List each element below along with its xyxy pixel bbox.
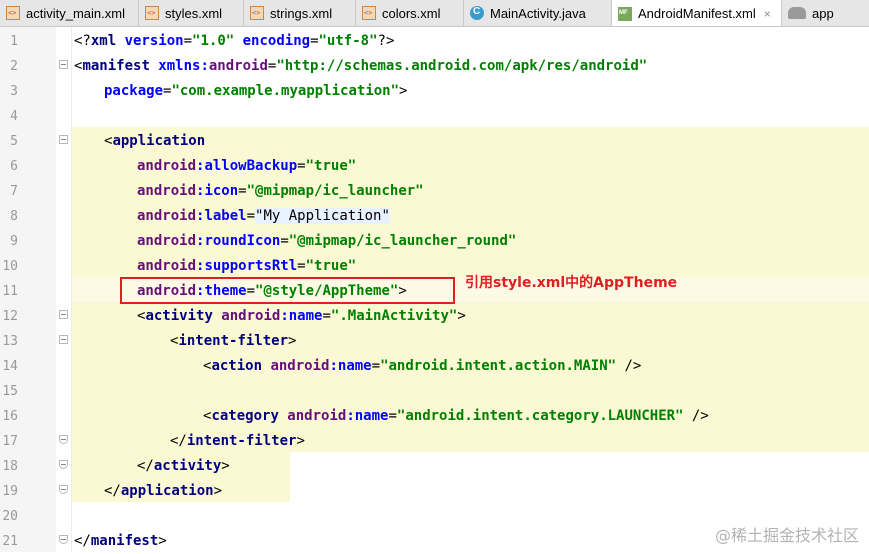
code-text: android:label="My Application" xyxy=(137,208,390,224)
android-module-icon xyxy=(788,7,806,19)
tab-label: activity_main.xml xyxy=(26,5,125,21)
code-line-17: 17 </intent-filter> xyxy=(0,429,869,454)
tab-mainactivity-java[interactable]: MainActivity.java xyxy=(464,0,612,26)
code-line-6: 6 android:allowBackup="true" xyxy=(0,154,869,179)
line-number: 14 xyxy=(2,359,18,374)
java-class-icon xyxy=(470,6,484,20)
xml-file-icon xyxy=(250,6,264,20)
code-text: <?xml version="1.0" encoding="utf-8"?> xyxy=(74,33,395,49)
annotation-highlight-box xyxy=(120,277,455,304)
line-number: 9 xyxy=(10,234,18,249)
line-number: 21 xyxy=(2,534,18,549)
code-line-15: 15 xyxy=(0,379,869,404)
watermark: @稀土掘金技术社区 xyxy=(714,526,859,545)
code-text: <manifest xmlns:android="http://schemas.… xyxy=(74,58,648,74)
tab-activity-main-xml[interactable]: activity_main.xml xyxy=(0,0,139,26)
line-number: 16 xyxy=(2,409,18,424)
code-text: android:roundIcon="@mipmap/ic_launcher_r… xyxy=(137,233,517,249)
close-tab-icon[interactable]: × xyxy=(764,7,771,21)
code-text: </application> xyxy=(104,483,223,499)
line-number: 13 xyxy=(2,334,18,349)
tab-colors-xml[interactable]: colors.xml xyxy=(356,0,464,26)
tab-label: app xyxy=(812,5,834,21)
line-number: 2 xyxy=(10,59,18,74)
code-text: <application xyxy=(104,133,206,149)
tab-styles-xml[interactable]: styles.xml xyxy=(139,0,244,26)
code-line-5: 5 <application xyxy=(0,129,869,154)
code-line-3: 3 package="com.example.myapplication"> xyxy=(0,79,869,104)
annotation-text: 引用style.xml中的AppTheme xyxy=(465,275,678,291)
tab-label: styles.xml xyxy=(165,5,223,21)
code-line-12: 12 <activity android:name=".MainActivity… xyxy=(0,304,869,329)
editor-tab-bar: activity_main.xml styles.xml strings.xml… xyxy=(0,0,869,27)
code-text: <intent-filter> xyxy=(170,333,297,349)
line-number: 3 xyxy=(10,84,18,99)
code-text: package="com.example.myapplication"> xyxy=(104,83,408,99)
code-text: <action android:name="android.intent.act… xyxy=(203,358,642,374)
code-line-1: 1 <?xml version="1.0" encoding="utf-8"?> xyxy=(0,29,869,54)
code-line-10: 10 android:supportsRtl="true" xyxy=(0,254,869,279)
xml-file-icon xyxy=(362,6,376,20)
code-text: <category android:name="android.intent.c… xyxy=(203,408,709,424)
manifest-file-icon xyxy=(618,6,632,21)
line-number: 15 xyxy=(2,384,18,399)
xml-file-icon xyxy=(145,6,159,20)
code-line-9: 9 android:roundIcon="@mipmap/ic_launcher… xyxy=(0,229,869,254)
code-text: android:supportsRtl="true" xyxy=(137,258,357,274)
tab-strings-xml[interactable]: strings.xml xyxy=(244,0,356,26)
code-text: </intent-filter> xyxy=(170,433,305,449)
code-text: </manifest> xyxy=(74,533,167,549)
code-text: android:icon="@mipmap/ic_launcher" xyxy=(137,183,424,199)
line-number: 7 xyxy=(10,184,18,199)
code-line-2: 2 <manifest xmlns:android="http://schema… xyxy=(0,54,869,79)
line-number: 8 xyxy=(10,209,18,224)
tab-label: AndroidManifest.xml xyxy=(638,6,756,21)
line-number: 6 xyxy=(10,159,18,174)
xml-file-icon xyxy=(6,6,20,20)
code-text: android:allowBackup="true" xyxy=(137,158,357,174)
line-number: 18 xyxy=(2,459,18,474)
tab-app[interactable]: app xyxy=(782,0,869,26)
line-number: 11 xyxy=(2,284,18,299)
line-number: 4 xyxy=(10,109,18,124)
code-line-14: 14 <action android:name="android.intent.… xyxy=(0,354,869,379)
code-line-16: 16 <category android:name="android.inten… xyxy=(0,404,869,429)
code-line-18: 18 </activity> xyxy=(0,454,869,479)
line-number: 12 xyxy=(2,309,18,324)
code-line-8: 8 android:label="My Application" xyxy=(0,204,869,229)
line-number: 5 xyxy=(10,134,18,149)
tab-androidmanifest-xml[interactable]: AndroidManifest.xml × xyxy=(612,0,782,26)
code-line-19: 19 </application> xyxy=(0,479,869,504)
line-number: 20 xyxy=(2,509,18,524)
code-text: <activity android:name=".MainActivity"> xyxy=(137,308,466,324)
code-line-7: 7 android:icon="@mipmap/ic_launcher" xyxy=(0,179,869,204)
line-number: 17 xyxy=(2,434,18,449)
code-line-4: 4 xyxy=(0,104,869,129)
tab-label: colors.xml xyxy=(382,5,441,21)
line-number: 10 xyxy=(2,259,18,274)
line-number: 1 xyxy=(10,34,18,49)
code-line-13: 13 <intent-filter> xyxy=(0,329,869,354)
tab-label: strings.xml xyxy=(270,5,333,21)
code-text: </activity> xyxy=(137,458,230,474)
tab-label: MainActivity.java xyxy=(490,5,586,21)
line-number: 19 xyxy=(2,484,18,499)
